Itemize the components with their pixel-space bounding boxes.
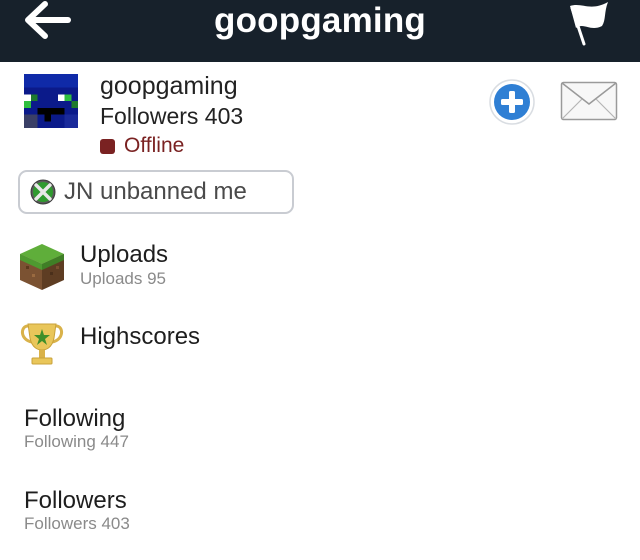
- avatar[interactable]: [24, 74, 78, 128]
- status-indicator-icon: [100, 138, 115, 154]
- trophy-icon: [21, 323, 63, 365]
- following-label: Following: [24, 405, 126, 432]
- page-title: goopgaming: [214, 1, 426, 40]
- menu-item-highscores[interactable]: Highscores: [0, 318, 640, 394]
- flag-icon: [570, 2, 608, 46]
- report-button[interactable]: [562, 0, 616, 46]
- xbox-icon: [30, 179, 56, 205]
- uploads-count: Uploads 95: [80, 269, 167, 288]
- add-friend-icon: [489, 79, 535, 125]
- top-nav-bar: goopgaming: [0, 0, 640, 62]
- followers-count: Followers 403: [24, 514, 130, 533]
- message-button[interactable]: [560, 80, 618, 122]
- menu-item-uploads[interactable]: Uploads Uploads 95: [0, 238, 640, 314]
- mail-icon: [560, 81, 618, 121]
- status-text: Offline: [124, 134, 185, 157]
- online-status: Offline: [100, 132, 184, 160]
- menu-item-followers[interactable]: Followers Followers 403: [0, 484, 640, 560]
- grass-block-icon: [20, 244, 64, 290]
- following-count: Following 447: [24, 432, 129, 451]
- profile-followers-count: Followers 403: [100, 103, 244, 129]
- highscores-label: Highscores: [80, 323, 201, 350]
- followers-label: Followers: [24, 487, 127, 514]
- uploads-label: Uploads: [80, 241, 169, 268]
- menu-item-following[interactable]: Following Following 447: [0, 402, 640, 478]
- status-message-text: JN unbanned me: [64, 178, 247, 205]
- status-message: JN unbanned me: [18, 170, 294, 214]
- add-friend-button[interactable]: [488, 78, 536, 126]
- profile-username: goopgaming: [100, 72, 238, 100]
